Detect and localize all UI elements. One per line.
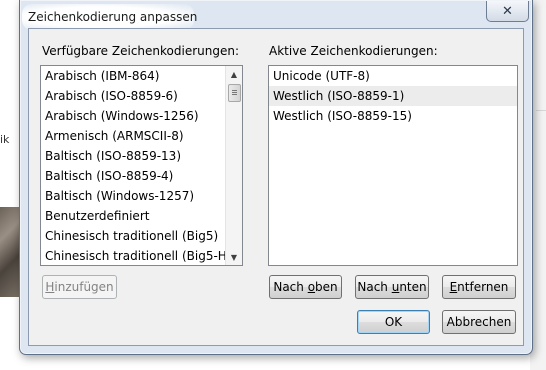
- scrollbar-thumb[interactable]: [228, 84, 241, 102]
- available-encoding-item[interactable]: Arabisch (Windows-1256): [41, 106, 242, 126]
- background-divider: [536, 110, 546, 111]
- available-encoding-item[interactable]: Baltisch (Windows-1257): [41, 186, 242, 206]
- move-up-button[interactable]: Nach o ben: [269, 275, 342, 299]
- close-button[interactable]: ✕: [486, 1, 529, 22]
- thumb-grip-line: [232, 90, 237, 91]
- active-items-container: Unicode (UTF-8) Westlich (ISO-8859-1) West…: [269, 66, 517, 126]
- ok-button[interactable]: OK: [357, 310, 430, 334]
- remove-label-rest: ntfernen: [457, 280, 509, 294]
- dialog-title: Zeichenkodierung anpassen: [28, 10, 198, 24]
- dialog-client-area: Verfügbare Zeichenkodierungen: Arabisch …: [28, 28, 524, 346]
- thumb-grip-line: [232, 92, 237, 93]
- available-encoding-item[interactable]: Baltisch (ISO-8859-4): [41, 166, 242, 186]
- add-button[interactable]: Hinzufügen: [42, 275, 117, 299]
- move-down-label-prefix: Nach: [357, 280, 392, 294]
- background-text: ik: [0, 133, 10, 146]
- remove-button[interactable]: Entfernen: [442, 275, 516, 299]
- available-encoding-item[interactable]: Benutzerdefiniert: [41, 206, 242, 226]
- thumb-grip-line: [232, 94, 237, 95]
- close-icon: ✕: [502, 3, 513, 19]
- available-encoding-item[interactable]: Baltisch (ISO-8859-13): [41, 146, 242, 166]
- available-encodings-list[interactable]: Arabisch (IBM-864) Arabisch (ISO-8859-6) A…: [40, 65, 243, 266]
- active-encoding-item[interactable]: Unicode (UTF-8): [269, 66, 517, 86]
- cancel-button[interactable]: Abbrechen: [442, 310, 516, 334]
- add-mnemonic: H: [45, 280, 55, 294]
- available-encoding-item[interactable]: Armenisch (ARMSCII-8): [41, 126, 242, 146]
- move-down-button[interactable]: Nach u nten: [355, 275, 429, 299]
- scroll-down-arrow-icon[interactable]: ▼: [226, 249, 242, 265]
- move-down-label-rest: nten: [399, 280, 427, 294]
- active-encoding-item[interactable]: Westlich (ISO-8859-1): [269, 86, 517, 106]
- move-up-label-prefix: Nach: [273, 280, 308, 294]
- active-encodings-label: Aktive Zeichenkodierungen:: [269, 44, 438, 58]
- remove-mnemonic: E: [449, 280, 458, 294]
- scroll-up-arrow-icon[interactable]: ▲: [226, 66, 242, 82]
- move-up-label-rest: ben: [315, 280, 338, 294]
- available-encodings-label: Verfügbare Zeichenkodierungen:: [42, 44, 239, 58]
- add-label-rest: inzufügen: [54, 280, 114, 294]
- available-encoding-item[interactable]: Chinesisch traditionell (Big5-H...: [41, 246, 242, 265]
- move-up-mnemonic: o: [307, 280, 316, 294]
- active-encodings-list[interactable]: Unicode (UTF-8) Westlich (ISO-8859-1) West…: [268, 65, 518, 266]
- available-encoding-item[interactable]: Chinesisch traditionell (Big5): [41, 226, 242, 246]
- available-list-scrollbar[interactable]: ▲ ▼: [225, 66, 242, 265]
- active-encoding-item[interactable]: Westlich (ISO-8859-15): [269, 106, 517, 126]
- move-down-mnemonic: u: [391, 280, 400, 294]
- available-encoding-item[interactable]: Arabisch (ISO-8859-6): [41, 86, 242, 106]
- encoding-dialog: Zeichenkodierung anpassen ✕ Verfügbare Z…: [19, 0, 533, 355]
- available-encoding-item[interactable]: Arabisch (IBM-864): [41, 66, 242, 86]
- available-items-container: Arabisch (IBM-864) Arabisch (ISO-8859-6) A…: [41, 66, 242, 265]
